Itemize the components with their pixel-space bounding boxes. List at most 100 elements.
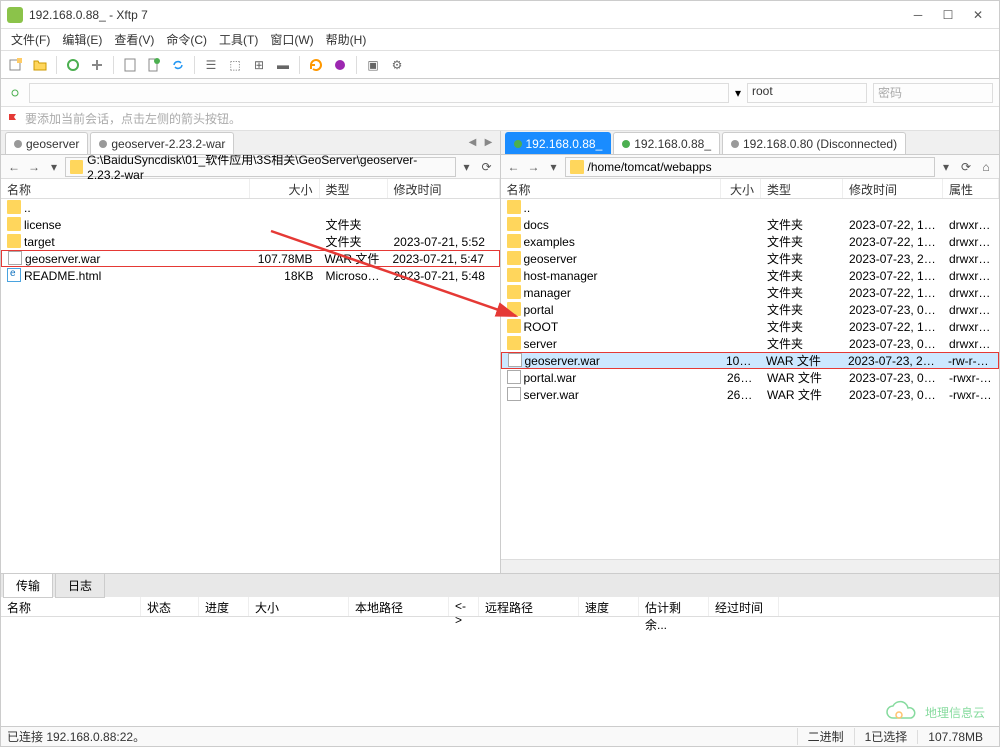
- watermark: 地理信息云: [885, 700, 985, 724]
- menu-win[interactable]: 窗口(W): [264, 29, 319, 50]
- fwd-icon[interactable]: →: [525, 158, 543, 176]
- html-icon: [7, 268, 21, 282]
- back-icon[interactable]: ←: [5, 158, 23, 176]
- dropdown-icon[interactable]: ▾: [937, 158, 955, 176]
- file-icon: [507, 370, 521, 384]
- folder-icon: [507, 302, 521, 316]
- refresh-path-icon[interactable]: ⟳: [957, 158, 975, 176]
- local-path-input[interactable]: G:\BaiduSyncdisk\01_软件应用\3S相关\GeoServer\…: [65, 157, 456, 177]
- file-row[interactable]: manager文件夹2023-07-22, 17:44drwxr-x---: [501, 284, 1000, 301]
- dot-icon: [514, 140, 522, 148]
- remote-file-list[interactable]: ..docs文件夹2023-07-22, 17:44drwxr-x---exam…: [501, 199, 1000, 559]
- status-bar: 已连接 192.168.0.88:22。 二进制 1已选择 107.78MB: [1, 726, 999, 746]
- folder-icon: [7, 200, 21, 214]
- file-row[interactable]: geoserver.war107....WAR 文件2023-07-23, 22…: [501, 352, 1000, 369]
- remote-path-input[interactable]: /home/tomcat/webapps: [565, 157, 936, 177]
- tool3-icon[interactable]: ⊞: [248, 54, 270, 76]
- file-row[interactable]: server文件夹2023-07-23, 0:33drwxr-x---: [501, 335, 1000, 352]
- file-row[interactable]: license文件夹: [1, 216, 500, 233]
- user-input[interactable]: root: [747, 83, 867, 103]
- folder-icon: [507, 268, 521, 282]
- tab-geoserver[interactable]: geoserver: [5, 132, 88, 154]
- tab-log[interactable]: 日志: [55, 573, 105, 598]
- tool4-icon[interactable]: ▬: [272, 54, 294, 76]
- stop-icon[interactable]: [329, 54, 351, 76]
- tab-next-icon[interactable]: ▶: [482, 135, 496, 149]
- file-row[interactable]: geoserver文件夹2023-07-23, 22:38drwxr-x---: [501, 250, 1000, 267]
- dropdown-icon[interactable]: ▾: [735, 86, 741, 100]
- host-hint-bar: 要添加当前会话，点击左侧的箭头按钮。: [1, 107, 999, 131]
- terminal-icon[interactable]: ▣: [362, 54, 384, 76]
- new-session-icon[interactable]: [5, 54, 27, 76]
- file-row[interactable]: portal.war26.6...WAR 文件2023-07-23, 0:33-…: [501, 369, 1000, 386]
- file-row[interactable]: geoserver.war107.78MBWAR 文件2023-07-21, 5…: [1, 250, 500, 267]
- file-row[interactable]: README.html18KBMicrosoft...2023-07-21, 5…: [1, 267, 500, 284]
- refresh-path-icon[interactable]: ⟳: [478, 158, 496, 176]
- remote-pane: 192.168.0.88_ 192.168.0.88_ 192.168.0.80…: [501, 131, 1000, 573]
- open-icon[interactable]: [29, 54, 51, 76]
- dropdown-icon[interactable]: ▾: [458, 158, 476, 176]
- file-row[interactable]: ..: [1, 199, 500, 216]
- host-input[interactable]: [29, 83, 729, 103]
- file-icon: [507, 387, 521, 401]
- maximize-button[interactable]: ☐: [933, 4, 963, 26]
- file-row[interactable]: server.war26.6...WAR 文件2023-07-23, 0:33-…: [501, 386, 1000, 403]
- pass-input[interactable]: 密码: [873, 83, 993, 103]
- properties-icon[interactable]: [119, 54, 141, 76]
- file-icon: [508, 353, 522, 367]
- reconnect-icon[interactable]: [62, 54, 84, 76]
- menu-view[interactable]: 查看(V): [108, 29, 160, 50]
- file-row[interactable]: examples文件夹2023-07-22, 17:44drwxr-x---: [501, 233, 1000, 250]
- dot-icon: [99, 140, 107, 148]
- tool2-icon[interactable]: ⬚: [224, 54, 246, 76]
- remote-list-header[interactable]: 名称 大小 类型 修改时间 属性: [501, 179, 1000, 199]
- sync-icon[interactable]: [167, 54, 189, 76]
- status-connection: 已连接 192.168.0.88:22。: [7, 728, 797, 745]
- up-icon[interactable]: ▾: [545, 158, 563, 176]
- tab-remote-0[interactable]: 192.168.0.88_: [505, 132, 612, 154]
- dot-icon: [731, 140, 739, 148]
- menu-edit[interactable]: 编辑(E): [56, 29, 108, 50]
- file-row[interactable]: host-manager文件夹2023-07-22, 17:44drwxr-x-…: [501, 267, 1000, 284]
- transfer-header[interactable]: 名称 状态 进度 大小 本地路径 <-> 远程路径 速度 估计剩余... 经过时…: [1, 597, 999, 617]
- menu-file[interactable]: 文件(F): [5, 29, 56, 50]
- remote-pathbar: ← → ▾ /home/tomcat/webapps ▾ ⟳ ⌂: [501, 155, 1000, 179]
- file-row[interactable]: ..: [501, 199, 1000, 216]
- tab-remote-2[interactable]: 192.168.0.80 (Disconnected): [722, 132, 906, 154]
- file-row[interactable]: docs文件夹2023-07-22, 17:44drwxr-x---: [501, 216, 1000, 233]
- host-hint-text: 要添加当前会话，点击左侧的箭头按钮。: [25, 110, 241, 127]
- refresh-icon[interactable]: [305, 54, 327, 76]
- close-button[interactable]: ✕: [963, 4, 993, 26]
- disconnect-icon[interactable]: [86, 54, 108, 76]
- file-row[interactable]: ROOT文件夹2023-07-22, 17:44drwxr-x---: [501, 318, 1000, 335]
- home-icon[interactable]: ⌂: [977, 158, 995, 176]
- new-file-icon[interactable]: [143, 54, 165, 76]
- minimize-button[interactable]: ─: [903, 4, 933, 26]
- folder-icon: [507, 285, 521, 299]
- transfer-list[interactable]: [1, 617, 999, 717]
- dot-icon: [622, 140, 630, 148]
- tool1-icon[interactable]: ☰: [200, 54, 222, 76]
- file-row[interactable]: target文件夹2023-07-21, 5:52: [1, 233, 500, 250]
- folder-icon: [7, 234, 21, 248]
- menu-cmd[interactable]: 命令(C): [160, 29, 213, 50]
- local-list-header[interactable]: 名称 大小 类型 修改时间: [1, 179, 500, 199]
- local-file-list[interactable]: ..license文件夹target文件夹2023-07-21, 5:52geo…: [1, 199, 500, 573]
- menu-tool[interactable]: 工具(T): [213, 29, 264, 50]
- remote-scrollbar[interactable]: [501, 559, 1000, 573]
- tab-prev-icon[interactable]: ◀: [466, 135, 480, 149]
- folder-icon: [507, 217, 521, 231]
- fwd-icon[interactable]: →: [25, 158, 43, 176]
- folder-icon: [507, 200, 521, 214]
- local-pathbar: ← → ▾ G:\BaiduSyncdisk\01_软件应用\3S相关\GeoS…: [1, 155, 500, 179]
- tab-geoserver-war[interactable]: geoserver-2.23.2-war: [90, 132, 234, 154]
- titlebar: 192.168.0.88_ - Xftp 7 ─ ☐ ✕: [1, 1, 999, 29]
- up-icon[interactable]: ▾: [45, 158, 63, 176]
- file-row[interactable]: portal文件夹2023-07-23, 0:33drwxr-x---: [501, 301, 1000, 318]
- folder-icon: [507, 234, 521, 248]
- settings-icon[interactable]: ⚙: [386, 54, 408, 76]
- tab-remote-1[interactable]: 192.168.0.88_: [613, 132, 720, 154]
- menu-help[interactable]: 帮助(H): [320, 29, 373, 50]
- back-icon[interactable]: ←: [505, 158, 523, 176]
- tab-transfer[interactable]: 传输: [3, 573, 53, 598]
